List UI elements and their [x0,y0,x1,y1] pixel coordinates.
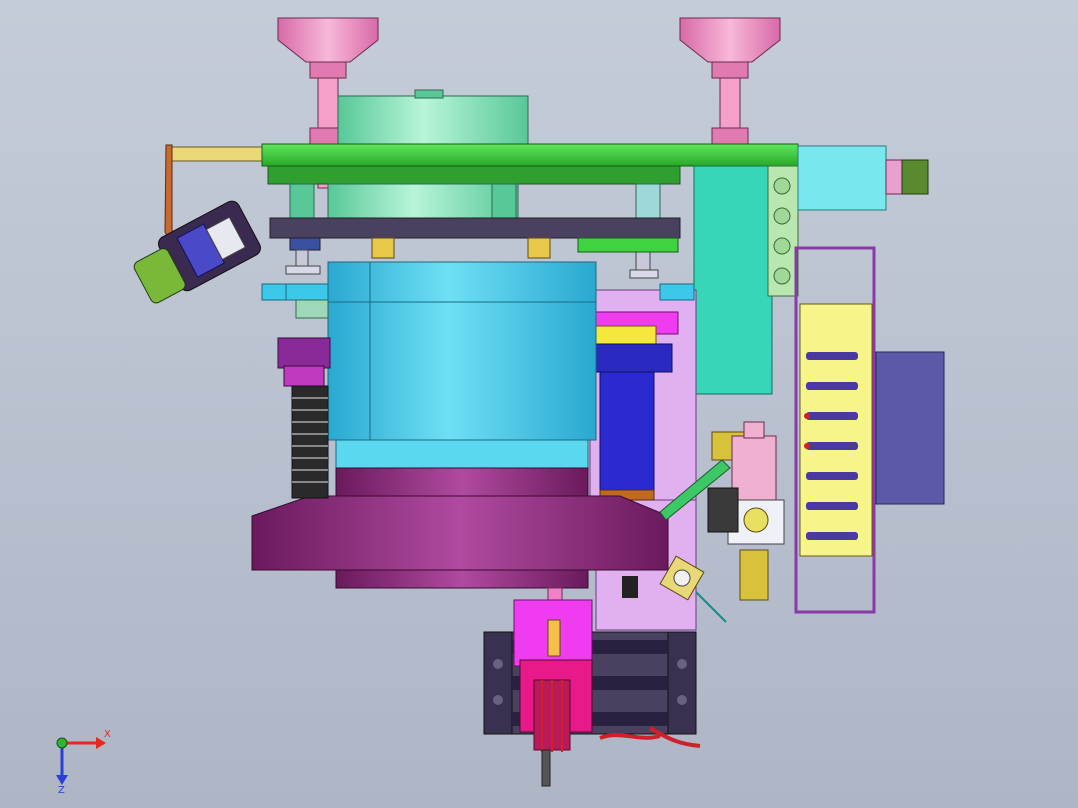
mint-cylinder-lower [327,183,519,223]
cyan-connector-box [797,145,887,211]
z-axis-label: Z [58,785,65,795]
dark-clamp-bar [269,217,681,239]
cable-gland [901,159,929,195]
x-axis-label: X [104,729,111,740]
purple-hub [335,467,589,497]
navy-motor-block [875,351,945,505]
mint-cylinder [337,89,529,149]
cad-assembly-model[interactable] [0,0,1078,808]
purple-base-ring [335,569,589,589]
y-axis-dot [56,737,68,749]
axis-triad[interactable]: X Z [40,725,120,795]
yellow-bar [595,325,657,345]
green-plate-underside [267,165,681,185]
purple-base-flange [251,495,669,571]
blue-motor [599,371,655,497]
side-step-bracket [261,283,287,301]
black-screw [622,576,638,598]
teal-side-bracket [693,165,773,395]
green-side-strip [577,237,679,253]
cad-viewport[interactable]: X Z [0,0,1078,808]
green-mounting-plate [261,143,799,167]
